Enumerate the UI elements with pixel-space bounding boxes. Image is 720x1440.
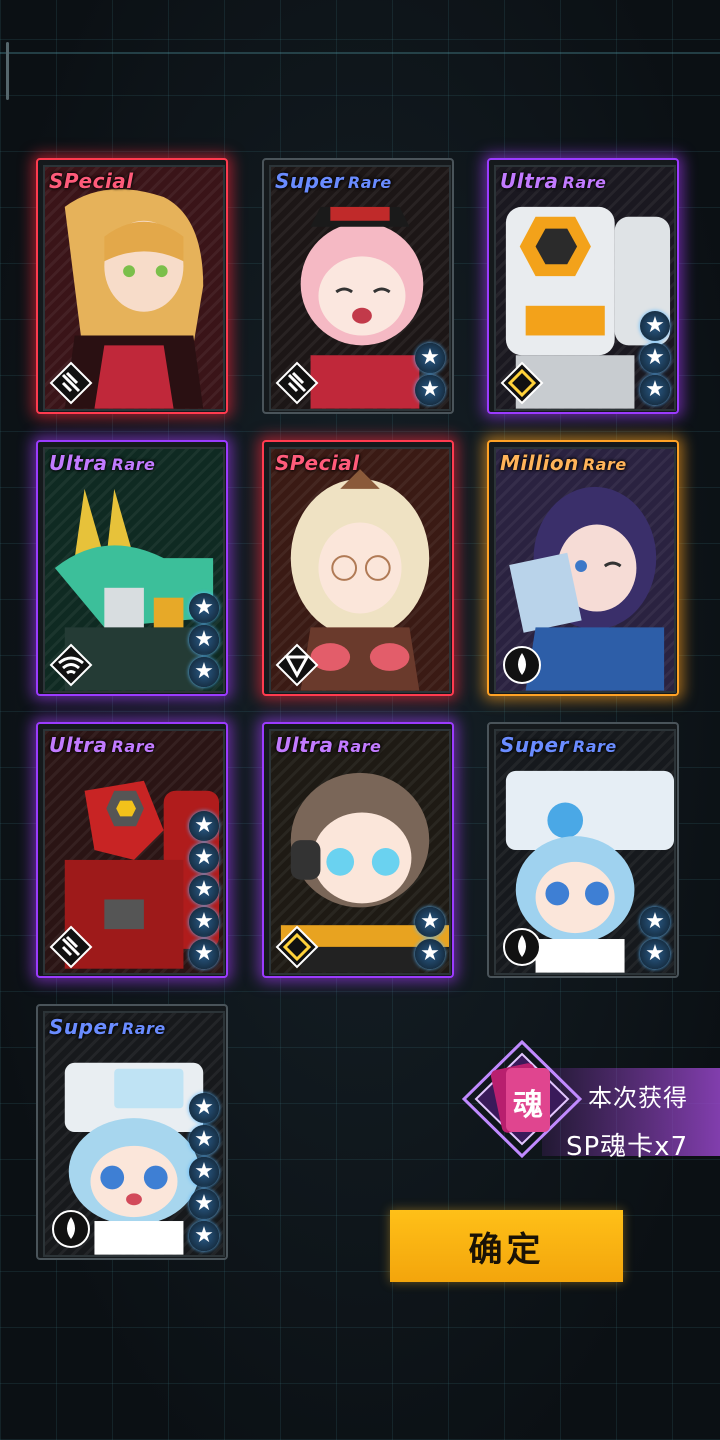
rarity-label: Super Rare	[500, 733, 617, 757]
star-rating: ★ ★ ★	[189, 593, 219, 687]
star-icon: ★	[189, 625, 219, 655]
star-icon: ★	[415, 375, 445, 405]
star-icon: ★	[189, 1157, 219, 1187]
star-icon: ★	[189, 907, 219, 937]
diamond-emblem-icon	[500, 361, 544, 405]
rarity-label: Ultra Rare	[49, 451, 156, 475]
star-icon: ★	[640, 311, 670, 341]
star-rating: ★ ★ ★	[640, 311, 670, 405]
rarity-label: SPecial	[275, 451, 360, 475]
drop-emblem-icon	[52, 1210, 90, 1248]
rarity-label: Ultra Rare	[500, 169, 607, 193]
star-icon: ★	[189, 1221, 219, 1251]
rarity-label: SPecial	[49, 169, 134, 193]
slash-emblem-icon	[275, 361, 319, 405]
card-9[interactable]: Super Rare ★ ★	[487, 722, 679, 978]
star-icon: ★	[189, 1125, 219, 1155]
star-icon: ★	[189, 593, 219, 623]
star-icon: ★	[640, 939, 670, 969]
star-icon: ★	[640, 907, 670, 937]
reward-title: 本次获得	[588, 1084, 688, 1112]
star-icon: ★	[189, 811, 219, 841]
star-icon: ★	[189, 875, 219, 905]
rarity-label: Super Rare	[49, 1015, 166, 1039]
drop-emblem-icon	[503, 928, 541, 966]
star-icon: ★	[415, 343, 445, 373]
drop-emblem-icon	[503, 646, 541, 684]
slash-emblem-icon	[49, 925, 93, 969]
star-icon: ★	[640, 343, 670, 373]
reward-panel: 魂 本次获得 SP魂卡x7	[462, 1040, 720, 1162]
reward-amount: SP魂卡x7	[566, 1132, 689, 1162]
star-rating: ★ ★ ★ ★ ★	[189, 1093, 219, 1251]
triangle-emblem-icon	[275, 643, 319, 687]
soul-char: 魂	[513, 1088, 543, 1123]
star-icon: ★	[415, 907, 445, 937]
card-5[interactable]: SPecial	[262, 440, 454, 696]
card-4[interactable]: Ultra Rare ★ ★ ★	[36, 440, 228, 696]
star-icon: ★	[189, 1093, 219, 1123]
star-rating: ★ ★	[640, 907, 670, 969]
card-7[interactable]: Ultra Rare ★ ★ ★ ★ ★	[36, 722, 228, 978]
rarity-label: Million Rare	[500, 451, 627, 475]
card-3[interactable]: Ultra Rare ★ ★ ★	[487, 158, 679, 414]
star-rating: ★ ★	[415, 907, 445, 969]
card-10[interactable]: Super Rare ★ ★ ★ ★ ★	[36, 1004, 228, 1260]
star-icon: ★	[640, 375, 670, 405]
card-6[interactable]: Million Rare	[487, 440, 679, 696]
slash-emblem-icon	[49, 361, 93, 405]
star-rating: ★ ★ ★ ★ ★	[189, 811, 219, 969]
confirm-button[interactable]: 确定	[390, 1210, 623, 1282]
star-icon: ★	[189, 939, 219, 969]
wifi-emblem-icon	[49, 643, 93, 687]
star-icon: ★	[415, 939, 445, 969]
edge-indicator	[6, 42, 9, 100]
diamond-emblem-icon	[275, 925, 319, 969]
star-icon: ★	[189, 1189, 219, 1219]
rarity-label: Ultra Rare	[275, 733, 382, 757]
star-rating: ★ ★	[415, 343, 445, 405]
rarity-label: Super Rare	[275, 169, 392, 193]
star-icon: ★	[189, 657, 219, 687]
card-8[interactable]: Ultra Rare ★ ★	[262, 722, 454, 978]
rarity-label: Ultra Rare	[49, 733, 156, 757]
star-icon: ★	[189, 843, 219, 873]
card-1[interactable]: SPecial	[36, 158, 228, 414]
card-2[interactable]: Super Rare ★ ★	[262, 158, 454, 414]
